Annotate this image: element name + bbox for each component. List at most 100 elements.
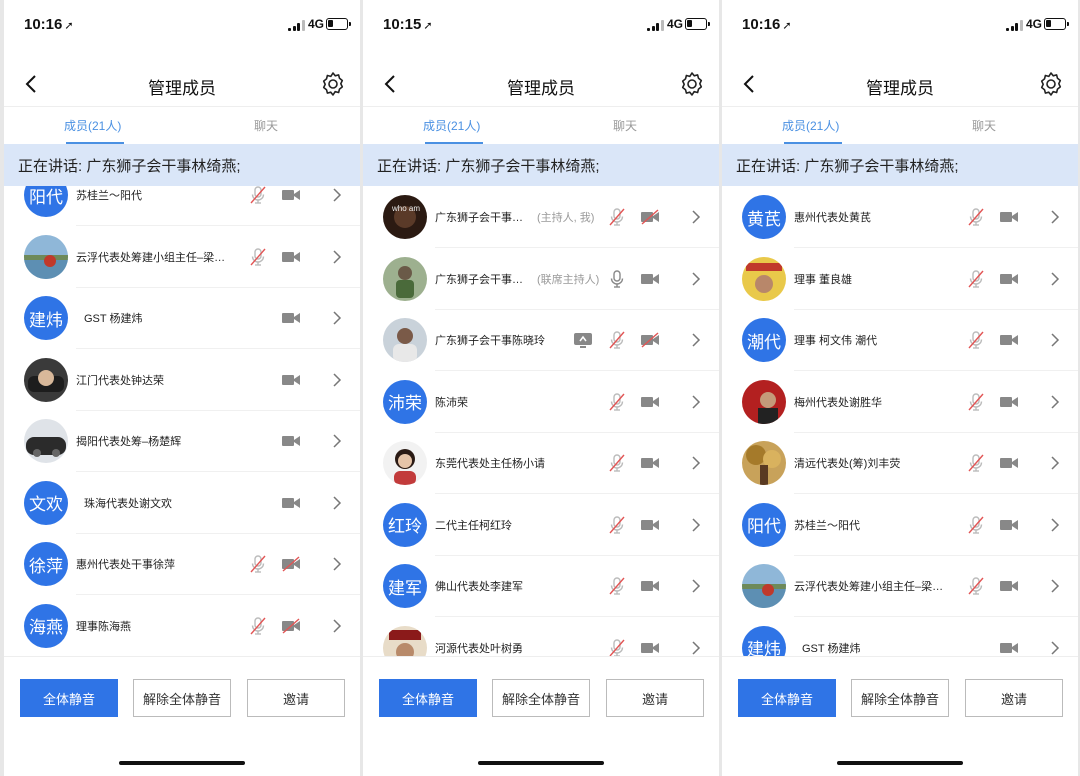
- member-row[interactable]: 广东狮子会干事陈晓玲: [363, 309, 719, 371]
- member-list[interactable]: who am 广东狮子会干事… (主持人, 我) 广东狮子会干事… (联席主持人) 广东狮…: [363, 186, 719, 656]
- camera-icon[interactable]: [640, 453, 660, 473]
- settings-button[interactable]: [679, 71, 705, 97]
- member-row[interactable]: 阳代 苏桂兰～阳代: [4, 186, 360, 226]
- member-row[interactable]: 江门代表处钟达荣: [4, 349, 360, 411]
- chevron-right-icon[interactable]: [332, 372, 342, 387]
- invite-button[interactable]: 邀请: [606, 679, 704, 717]
- tab-members[interactable]: 成员(21人): [64, 117, 121, 134]
- member-row[interactable]: 建炜 GST 杨建炜: [4, 287, 360, 349]
- camera-icon[interactable]: [640, 392, 660, 412]
- invite-button[interactable]: 邀请: [247, 679, 345, 717]
- chevron-right-icon[interactable]: [1050, 210, 1060, 224]
- mic-muted-icon[interactable]: [607, 330, 627, 350]
- mic-muted-icon[interactable]: [607, 207, 627, 227]
- member-row[interactable]: 建军 佛山代表处李建军: [363, 555, 719, 617]
- camera-icon[interactable]: [281, 247, 301, 267]
- member-row[interactable]: 建炜 GST 杨建炜: [722, 617, 1078, 657]
- chevron-right-icon[interactable]: [332, 557, 342, 571]
- member-row[interactable]: 清远代表处(筹)刘丰荧: [722, 432, 1078, 494]
- camera-icon[interactable]: [999, 576, 1019, 596]
- mic-muted-icon[interactable]: [248, 186, 268, 205]
- camera-icon[interactable]: [281, 431, 301, 451]
- camera-icon[interactable]: [281, 186, 301, 205]
- tab-chat[interactable]: 聊天: [254, 117, 278, 134]
- chevron-right-icon[interactable]: [691, 271, 701, 286]
- member-row[interactable]: 云浮代表处筹建小组主任–梁…: [4, 226, 360, 288]
- chevron-right-icon[interactable]: [1050, 333, 1060, 347]
- chevron-right-icon[interactable]: [691, 517, 701, 532]
- camera-off-icon[interactable]: [281, 554, 301, 574]
- camera-icon[interactable]: [281, 308, 301, 328]
- camera-icon[interactable]: [999, 638, 1019, 657]
- mute-all-button[interactable]: 全体静音: [20, 679, 118, 717]
- mic-muted-icon[interactable]: [966, 453, 986, 473]
- member-row[interactable]: 河源代表处叶树勇: [363, 617, 719, 657]
- camera-icon[interactable]: [640, 576, 660, 596]
- member-row[interactable]: 红玲 二代主任柯红玲: [363, 494, 719, 556]
- chevron-right-icon[interactable]: [691, 579, 701, 593]
- unmute-all-button[interactable]: 解除全体静音: [851, 679, 949, 717]
- chevron-right-icon[interactable]: [332, 618, 342, 633]
- mute-all-button[interactable]: 全体静音: [379, 679, 477, 717]
- camera-off-icon[interactable]: [281, 616, 301, 636]
- member-row[interactable]: 阳代 苏桂兰～阳代: [722, 494, 1078, 556]
- mic-muted-icon[interactable]: [248, 554, 268, 574]
- camera-icon[interactable]: [640, 515, 660, 535]
- home-indicator[interactable]: [478, 761, 604, 765]
- chevron-right-icon[interactable]: [691, 394, 701, 409]
- chevron-right-icon[interactable]: [332, 188, 342, 202]
- mic-muted-icon[interactable]: [966, 269, 986, 289]
- mic-muted-icon[interactable]: [966, 515, 986, 535]
- mic-muted-icon[interactable]: [966, 207, 986, 227]
- camera-icon[interactable]: [999, 453, 1019, 473]
- mic-muted-icon[interactable]: [966, 392, 986, 412]
- member-row[interactable]: who am 广东狮子会干事… (主持人, 我): [363, 186, 719, 248]
- member-row[interactable]: 理事 董良雄: [722, 248, 1078, 310]
- member-row[interactable]: 沛荣 陈沛荣: [363, 371, 719, 433]
- chevron-right-icon[interactable]: [332, 311, 342, 325]
- mic-muted-icon[interactable]: [607, 638, 627, 656]
- mic-muted-icon[interactable]: [607, 515, 627, 535]
- mute-all-button[interactable]: 全体静音: [738, 679, 836, 717]
- mic-muted-icon[interactable]: [248, 616, 268, 636]
- tab-members[interactable]: 成员(21人): [782, 117, 839, 134]
- invite-button[interactable]: 邀请: [965, 679, 1063, 717]
- unmute-all-button[interactable]: 解除全体静音: [133, 679, 231, 717]
- chevron-right-icon[interactable]: [332, 249, 342, 264]
- mic-muted-icon[interactable]: [966, 576, 986, 596]
- chevron-right-icon[interactable]: [332, 495, 342, 510]
- screen-share-icon[interactable]: [573, 330, 593, 350]
- chevron-right-icon[interactable]: [691, 333, 701, 347]
- camera-icon[interactable]: [999, 207, 1019, 227]
- camera-icon[interactable]: [999, 330, 1019, 350]
- chevron-right-icon[interactable]: [1050, 394, 1060, 409]
- chevron-right-icon[interactable]: [691, 456, 701, 470]
- chevron-right-icon[interactable]: [332, 434, 342, 448]
- home-indicator[interactable]: [837, 761, 963, 765]
- member-row[interactable]: 黄芪 惠州代表处黄芪: [722, 186, 1078, 248]
- camera-off-icon[interactable]: [640, 330, 660, 350]
- unmute-all-button[interactable]: 解除全体静音: [492, 679, 590, 717]
- chevron-right-icon[interactable]: [1050, 456, 1060, 470]
- camera-icon[interactable]: [640, 638, 660, 657]
- chevron-right-icon[interactable]: [691, 640, 701, 655]
- member-row[interactable]: 文欢 珠海代表处谢文欢: [4, 472, 360, 534]
- member-list[interactable]: 阳代 苏桂兰～阳代 云浮代表处筹建小组主任–梁… 建炜 GST 杨建炜 江门代表处钟达荣揭…: [4, 186, 360, 656]
- chevron-right-icon[interactable]: [1050, 640, 1060, 655]
- camera-icon[interactable]: [281, 370, 301, 390]
- camera-icon[interactable]: [281, 493, 301, 513]
- member-row[interactable]: 揭阳代表处筹–杨楚辉: [4, 410, 360, 472]
- member-row[interactable]: 海燕 理事陈海燕: [4, 595, 360, 656]
- camera-off-icon[interactable]: [640, 207, 660, 227]
- mic-muted-icon[interactable]: [607, 576, 627, 596]
- member-row[interactable]: 徐萍 惠州代表处干事徐萍: [4, 533, 360, 595]
- chevron-right-icon[interactable]: [1050, 579, 1060, 593]
- member-row[interactable]: 东莞代表处主任杨小请: [363, 432, 719, 494]
- home-indicator[interactable]: [119, 761, 245, 765]
- member-row[interactable]: 广东狮子会干事… (联席主持人): [363, 248, 719, 310]
- camera-icon[interactable]: [999, 269, 1019, 289]
- camera-icon[interactable]: [999, 392, 1019, 412]
- tab-chat[interactable]: 聊天: [972, 117, 996, 134]
- mic-muted-icon[interactable]: [248, 247, 268, 267]
- member-row[interactable]: 梅州代表处谢胜华: [722, 371, 1078, 433]
